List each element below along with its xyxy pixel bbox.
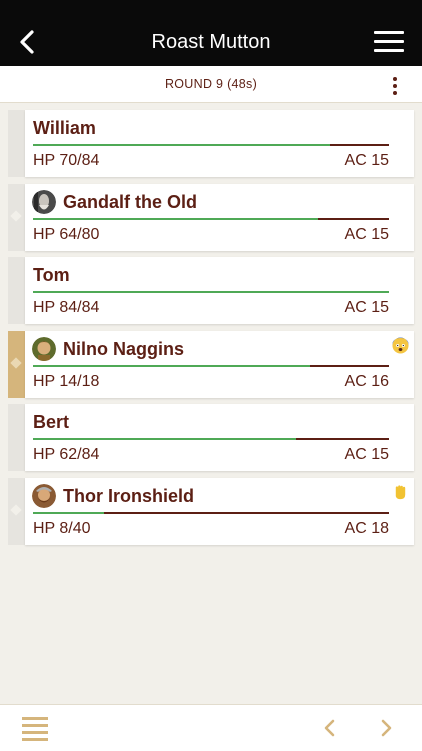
ac-value: AC 15 [344, 299, 389, 316]
hp-bar-fill [33, 364, 310, 367]
combatant-card[interactable]: Gandalf the Old HP 64/80 AC 15 [25, 183, 414, 251]
next-turn-chevron-icon[interactable] [374, 716, 398, 740]
combatant-name: Thor Ironshield [63, 485, 195, 506]
ac-value: AC 16 [344, 372, 389, 390]
frightened-emoji-icon[interactable] [392, 336, 409, 354]
hp-value: HP 62/84 [33, 446, 100, 463]
hp-bar-fill [33, 511, 105, 514]
hp-bar [33, 438, 389, 440]
combatant-card[interactable]: Nilno Naggins HP 14/18 AC 16 [25, 330, 414, 398]
previous-turn-chevron-icon[interactable] [318, 716, 342, 740]
round-label: ROUND 9 (48s) [164, 77, 258, 91]
ac-value: AC 15 [344, 446, 389, 463]
hp-value: HP 8/40 [33, 519, 91, 537]
row-gutter-active[interactable] [8, 330, 25, 398]
combatant-row[interactable]: Gandalf the Old HP 64/80 AC 15 [8, 183, 414, 251]
hp-bar-fill [33, 291, 389, 293]
grappled-hand-icon[interactable] [392, 484, 409, 501]
hp-value: HP 64/80 [33, 225, 100, 243]
hp-value: HP 14/18 [33, 372, 100, 390]
initiative-list: William HP 70/84 AC 15 Gandalf the Old H… [8, 110, 414, 551]
list-icon[interactable] [22, 717, 48, 741]
hp-bar-fill [33, 438, 296, 440]
combatant-card[interactable]: William HP 70/84 AC 15 [25, 110, 414, 177]
avatar-gandalf [32, 189, 56, 214]
ac-value: AC 15 [344, 152, 389, 169]
combatant-card[interactable]: Tom HP 84/84 AC 15 [25, 257, 414, 324]
avatar-thor [32, 483, 56, 508]
hp-bar [33, 511, 389, 514]
row-gutter[interactable] [8, 110, 25, 177]
hp-bar [33, 217, 389, 220]
combatant-card[interactable]: Bert HP 62/84 AC 15 [25, 404, 414, 471]
combatant-card[interactable]: Thor Ironshield HP 8/40 AC 18 [25, 477, 414, 545]
hp-bar-fill [33, 144, 330, 146]
encounter-title: Roast Mutton [151, 31, 271, 53]
combatant-name: Tom [33, 265, 70, 285]
combatant-row[interactable]: Bert HP 62/84 AC 15 [8, 404, 414, 471]
bottom-toolbar [0, 704, 422, 751]
turn-marker-diamond-icon [10, 209, 22, 222]
top-app-bar: Roast Mutton [0, 0, 422, 66]
hp-bar [33, 144, 389, 146]
avatar-nilno [32, 336, 56, 361]
ac-value: AC 15 [344, 225, 389, 243]
combatant-row[interactable]: William HP 70/84 AC 15 [8, 110, 414, 177]
combatant-row[interactable]: Thor Ironshield HP 8/40 AC 18 [8, 477, 414, 545]
turn-marker-diamond-icon [10, 503, 22, 516]
more-options-icon[interactable] [391, 75, 399, 95]
hp-value: HP 70/84 [33, 152, 100, 169]
row-gutter[interactable] [8, 477, 25, 545]
row-gutter[interactable] [8, 257, 25, 324]
combatant-name: Bert [33, 412, 70, 432]
combatant-row-active[interactable]: Nilno Naggins HP 14/18 AC 16 [8, 330, 414, 398]
row-gutter[interactable] [8, 183, 25, 251]
combatant-name: Gandalf the Old [63, 191, 198, 212]
combatant-name: William [33, 118, 96, 138]
hp-bar [33, 291, 389, 293]
combatant-row[interactable]: Tom HP 84/84 AC 15 [8, 257, 414, 324]
hamburger-menu-icon[interactable] [374, 31, 404, 53]
hp-bar [33, 364, 389, 367]
combatant-name: Nilno Naggins [63, 338, 184, 359]
ac-value: AC 18 [344, 519, 389, 537]
hp-bar-fill [33, 217, 318, 220]
turn-marker-diamond-icon [10, 356, 22, 369]
round-status-bar: ROUND 9 (48s) [0, 66, 422, 103]
hp-value: HP 84/84 [33, 299, 100, 316]
row-gutter[interactable] [8, 404, 25, 471]
